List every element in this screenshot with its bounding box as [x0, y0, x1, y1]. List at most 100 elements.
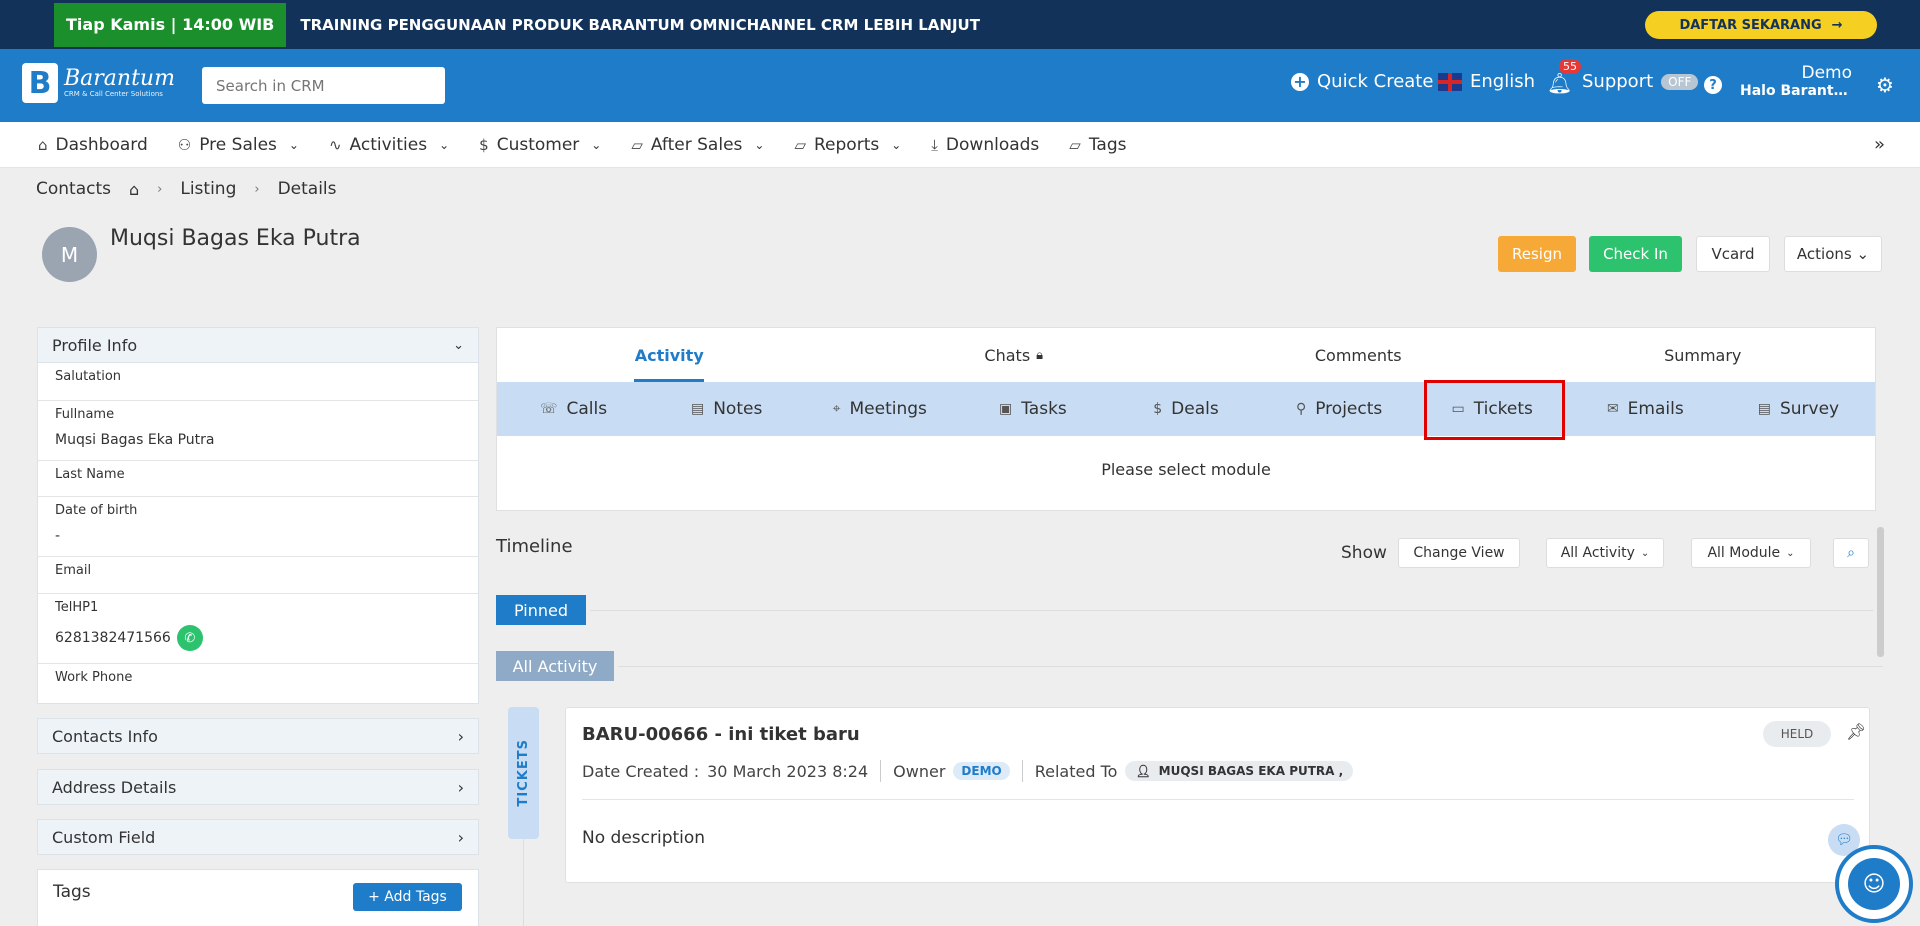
module-tasks[interactable]: ▣ Tasks: [956, 382, 1109, 436]
nav-item-pre-sales[interactable]: ⚇ Pre Sales ⌄: [178, 135, 299, 155]
status-badge: HELD: [1763, 721, 1831, 747]
chevron-down-icon: ⌄: [453, 337, 464, 353]
module-tickets[interactable]: ▭ Tickets: [1416, 382, 1569, 436]
live-chat-button[interactable]: ☺: [1835, 845, 1913, 923]
tab-comments[interactable]: Comments: [1186, 328, 1531, 382]
activity-card: Activity Chats 🔒︎ Comments Summary ☏ Call…: [496, 327, 1876, 511]
date-created-label: Date Created :: [582, 761, 700, 781]
module-label: Meetings: [849, 399, 927, 419]
actions-button[interactable]: Actions ⌄: [1784, 236, 1882, 272]
module-label: Tickets: [1473, 399, 1533, 419]
date-created-value: 30 March 2023 8:24: [707, 761, 869, 781]
breadcrumb-details: Details: [277, 179, 337, 199]
expand-nav-icon[interactable]: »: [1874, 134, 1885, 155]
language-selector[interactable]: English: [1438, 71, 1535, 92]
nav-item-after-sales[interactable]: ▱ After Sales ⌄: [631, 135, 764, 155]
timeline-line: [523, 839, 524, 926]
promo-banner: Tiap Kamis | 14:00 WIB TRAINING PENGGUNA…: [0, 0, 1920, 49]
breadcrumb-listing[interactable]: Listing: [180, 179, 236, 199]
tickets-type-label: TICKETS: [508, 707, 539, 839]
related-contact-name: MUQSI BAGAS EKA PUTRA ,: [1158, 764, 1344, 778]
empty-module-message: Please select module: [1101, 460, 1271, 479]
chevron-right-icon: ›: [457, 777, 464, 797]
folder-icon: ▱: [794, 135, 806, 154]
user-greeting: Halo Barantum Demo: [1740, 83, 1852, 99]
top-header: B Barantum CRM & Call Center Solutions +…: [0, 49, 1920, 122]
module-survey[interactable]: ▤ Survey: [1722, 382, 1875, 436]
field-value: -: [55, 528, 61, 544]
module-meetings[interactable]: ⌖ Meetings: [803, 382, 956, 436]
briefcase-icon: ▣: [998, 401, 1013, 417]
phone-number: 6281382471566: [55, 630, 171, 646]
user-menu[interactable]: Demo Halo Barantum Demo: [1740, 63, 1852, 99]
field-value: Muqsi Bagas Eka Putra: [55, 432, 215, 448]
module-emails[interactable]: ✉ Emails: [1569, 382, 1722, 436]
all-activity-label[interactable]: All Activity: [496, 651, 614, 681]
divider: [590, 610, 1873, 611]
ticket-description: No description: [582, 828, 706, 848]
module-notes[interactable]: ▤ Notes: [650, 382, 803, 436]
activity-filter-value: All Activity: [1560, 545, 1635, 561]
tab-label: Summary: [1664, 345, 1742, 365]
barantum-logo[interactable]: B Barantum CRM & Call Center Solutions: [22, 63, 175, 103]
related-contact-badge[interactable]: 👤︎ MUQSI BAGAS EKA PUTRA ,: [1125, 761, 1354, 781]
pinned-label[interactable]: Pinned: [496, 595, 586, 625]
nav-item-downloads[interactable]: ⤓ Downloads: [931, 135, 1039, 155]
field-label: Salutation: [55, 369, 122, 384]
chevron-down-icon: ⌄: [288, 137, 299, 152]
support-toggle[interactable]: Support OFF: [1582, 71, 1699, 92]
custom-field-header[interactable]: Custom Field ›: [37, 819, 479, 855]
tab-label: Comments: [1314, 345, 1402, 365]
help-button[interactable]: ?: [1704, 76, 1722, 94]
chevron-down-icon: ⌄: [591, 137, 602, 152]
call-phone-icon[interactable]: ✆: [176, 625, 203, 651]
uk-flag-icon: [1438, 72, 1462, 91]
chevron-right-icon: ›: [254, 181, 260, 197]
resign-button[interactable]: Resign: [1498, 236, 1576, 272]
notifications-button[interactable]: 🔔︎ 55: [1547, 59, 1581, 95]
field-label: Fullname: [55, 407, 115, 422]
phone-icon: ☏: [540, 401, 558, 417]
module-deals[interactable]: $ Deals: [1109, 382, 1262, 436]
home-icon[interactable]: ⌂: [129, 180, 139, 199]
separator: [1021, 760, 1023, 782]
tab-activity[interactable]: Activity: [497, 328, 842, 382]
tab-chats[interactable]: Chats 🔒︎: [842, 328, 1187, 382]
nav-item-dashboard[interactable]: ⌂ Dashboard: [38, 135, 148, 155]
vcard-button[interactable]: Vcard: [1696, 236, 1770, 272]
nav-item-activities[interactable]: ∿ Activities ⌄: [329, 135, 449, 155]
search-input[interactable]: [202, 67, 445, 104]
profile-info-header[interactable]: Profile Info ⌄: [37, 327, 479, 363]
nav-item-customer[interactable]: $ Customer ⌄: [479, 135, 601, 155]
activity-filter-dropdown[interactable]: All Activity ⌄: [1546, 538, 1664, 568]
field-label: Date of birth: [55, 503, 138, 518]
nav-item-reports[interactable]: ▱ Reports ⌄: [794, 135, 901, 155]
quick-create-button[interactable]: + Quick Create: [1291, 71, 1433, 92]
module-label: Calls: [566, 399, 608, 419]
chevron-down-icon: ⌄: [1786, 547, 1795, 559]
module-projects[interactable]: ⚲ Projects: [1263, 382, 1416, 436]
module-filter-value: All Module: [1707, 545, 1781, 561]
contacts-info-header[interactable]: Contacts Info ›: [37, 718, 479, 754]
add-tags-button[interactable]: + Add Tags: [353, 883, 462, 911]
help-icon: ?: [1704, 76, 1722, 94]
section-title: Address Details: [52, 777, 177, 797]
timeline-search-button[interactable]: ⌕: [1833, 538, 1869, 568]
module-filter-dropdown[interactable]: All Module ⌄: [1691, 538, 1811, 568]
pin-icon[interactable]: 📌︎: [1846, 722, 1866, 741]
tab-summary[interactable]: Summary: [1531, 328, 1876, 382]
check-in-button[interactable]: Check In: [1589, 236, 1682, 272]
ticket-title[interactable]: BARU-00666 - ini tiket baru: [582, 724, 860, 745]
folder-icon: ▱: [1069, 135, 1081, 154]
section-title: Contacts Info: [52, 726, 158, 746]
gear-icon[interactable]: ⚙: [1876, 73, 1894, 97]
ticket-card[interactable]: BARU-00666 - ini tiket baru Date Created…: [565, 707, 1870, 883]
nav-item-tags[interactable]: ▱ Tags: [1069, 135, 1126, 155]
timeline-scrollbar[interactable]: [1877, 527, 1884, 657]
banner-schedule: Tiap Kamis | 14:00 WIB: [54, 2, 287, 47]
address-details-header[interactable]: Address Details ›: [37, 769, 479, 805]
register-now-button[interactable]: DAFTAR SEKARANG →: [1645, 11, 1877, 39]
module-calls[interactable]: ☏ Calls: [497, 382, 650, 436]
avatar: M: [42, 227, 97, 282]
change-view-button[interactable]: Change View: [1398, 538, 1520, 568]
